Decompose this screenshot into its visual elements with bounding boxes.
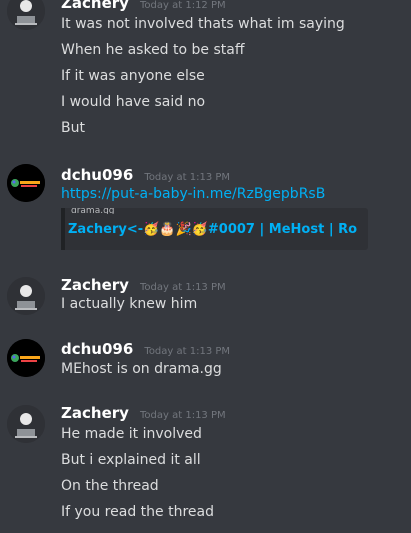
author-name[interactable]: Zachery bbox=[61, 276, 129, 294]
message-text: I actually knew him bbox=[61, 296, 198, 312]
message-text: I would have said no bbox=[61, 94, 206, 110]
message-text: If you read the thread bbox=[61, 504, 214, 520]
message-link[interactable]: https://put-a-baby-in.me/RzBgepbRsB bbox=[61, 186, 325, 202]
chat-messages: Zachery Today at 1:12 PM It was not invo… bbox=[0, 0, 411, 533]
avatar[interactable] bbox=[7, 405, 45, 443]
timestamp: Today at 1:13 PM bbox=[144, 172, 231, 183]
link-embed[interactable]: drama.gg Zachery<-🥳🎂🎉🥳#0007 | MeHost | R… bbox=[61, 208, 368, 250]
message-header: Zachery Today at 1:13 PM bbox=[61, 403, 226, 422]
avatar[interactable] bbox=[7, 339, 45, 377]
message-header: dchu096 Today at 1:13 PM bbox=[61, 339, 230, 358]
message-text: But bbox=[61, 120, 85, 136]
message-header: Zachery Today at 1:13 PM bbox=[61, 275, 226, 294]
message-header: dchu096 Today at 1:13 PM bbox=[61, 165, 230, 184]
avatar[interactable] bbox=[7, 164, 45, 202]
timestamp: Today at 1:13 PM bbox=[140, 410, 226, 421]
message-text: It was not involved thats what im saying bbox=[61, 16, 345, 32]
message-header: Zachery Today at 1:12 PM bbox=[61, 0, 226, 12]
laptop-user-avatar-icon bbox=[7, 277, 45, 315]
timestamp: Today at 1:13 PM bbox=[140, 282, 226, 293]
embed-title[interactable]: Zachery<-🥳🎂🎉🥳#0007 | MeHost | Ro bbox=[68, 222, 357, 237]
avatar[interactable] bbox=[7, 277, 45, 315]
author-name[interactable]: dchu096 bbox=[61, 340, 133, 358]
laptop-user-avatar-icon bbox=[7, 0, 45, 30]
message-text: He made it involved bbox=[61, 426, 202, 442]
message-text: But i explained it all bbox=[61, 452, 201, 468]
author-name[interactable]: Zachery bbox=[61, 404, 129, 422]
embed-provider: drama.gg bbox=[71, 208, 115, 214]
author-name[interactable]: dchu096 bbox=[61, 166, 133, 184]
message-text: When he asked to be staff bbox=[61, 42, 245, 58]
colorful-logo-avatar-icon bbox=[7, 164, 45, 202]
timestamp: Today at 1:12 PM bbox=[140, 0, 226, 11]
colorful-logo-avatar-icon bbox=[7, 339, 45, 377]
message-text: On the thread bbox=[61, 478, 159, 494]
message-text: MEhost is on drama.gg bbox=[61, 361, 222, 377]
laptop-user-avatar-icon bbox=[7, 405, 45, 443]
timestamp: Today at 1:13 PM bbox=[144, 346, 231, 357]
author-name[interactable]: Zachery bbox=[61, 0, 129, 12]
avatar[interactable] bbox=[7, 0, 45, 30]
message-text: If it was anyone else bbox=[61, 68, 205, 84]
